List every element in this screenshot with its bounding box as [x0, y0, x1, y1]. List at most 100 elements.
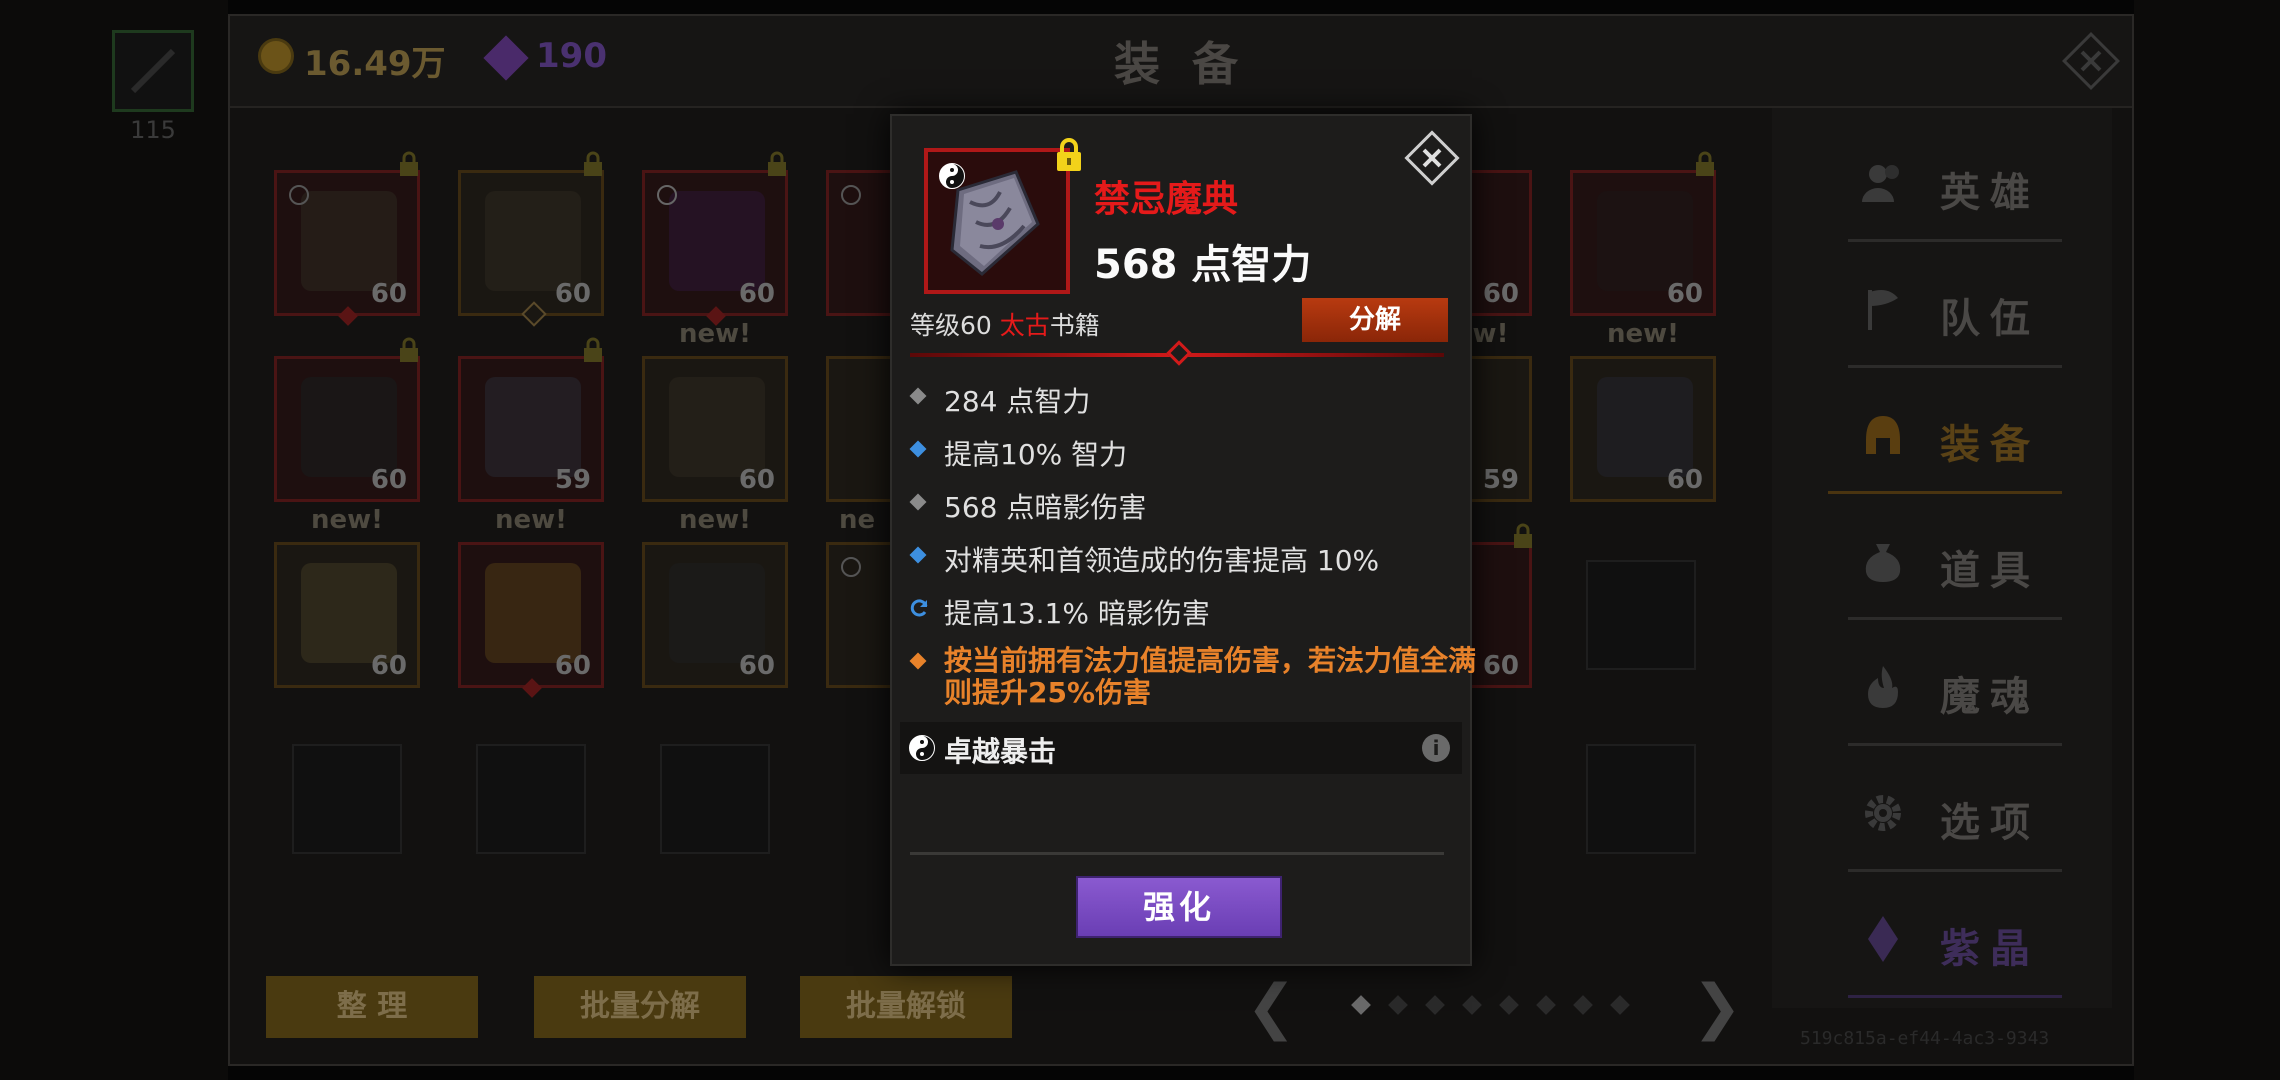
- inventory-slot-cloak[interactable]: new! 60: [642, 505, 788, 688]
- inventory-slot-boots[interactable]: new! 60: [642, 319, 788, 502]
- crystal-icon: [1868, 916, 1898, 962]
- new-badge: ne: [839, 505, 876, 535]
- menu-soul[interactable]: 魔魂: [1848, 636, 2062, 746]
- new-badge: new!: [494, 505, 568, 535]
- inventory-slot-boots[interactable]: 60: [274, 151, 420, 326]
- inventory-slot-partial[interactable]: 60: [1472, 170, 1532, 316]
- next-page-arrow-icon[interactable]: ❯: [1692, 972, 1742, 1042]
- player-avatar[interactable]: [112, 30, 194, 112]
- left-scene: [0, 0, 228, 1080]
- inventory-slot-empty[interactable]: [476, 744, 586, 854]
- lock-icon[interactable]: [1054, 138, 1084, 172]
- item-level: 60: [370, 651, 407, 681]
- boots-art: [301, 377, 397, 477]
- inventory-slot-boots[interactable]: 60: [274, 337, 420, 502]
- menu-equipment-label: 装备: [1940, 422, 2040, 468]
- item-level: 60: [1666, 279, 1703, 309]
- affix-text: 284 点智力: [944, 385, 1091, 418]
- affix-text: 568 点暗影伤害: [944, 491, 1147, 524]
- sort-button[interactable]: 整 理: [266, 976, 478, 1038]
- circle-icon: [289, 185, 309, 205]
- inventory-slot-partial[interactable]: [826, 170, 890, 316]
- lock-icon: [768, 151, 786, 176]
- flag-icon: [1868, 290, 1898, 330]
- menu-soul-label: 魔魂: [1940, 674, 2040, 720]
- inventory-slot-empty[interactable]: [1586, 560, 1696, 670]
- lock-icon: [1696, 151, 1714, 176]
- menu-options-label: 选项: [1940, 800, 2040, 846]
- close-icon[interactable]: [2060, 30, 2122, 92]
- gold-coin-icon: [258, 38, 294, 74]
- affix-text: 提高10% 智力: [944, 438, 1128, 471]
- menu-hero-label: 英雄: [1940, 170, 2040, 216]
- menu-team-label: 队伍: [1940, 296, 2040, 342]
- right-scene: [2134, 0, 2280, 1080]
- item-level: 60: [554, 651, 591, 681]
- new-badge: new!: [678, 505, 752, 535]
- salvage-button[interactable]: 分解: [1302, 298, 1448, 342]
- new-badge: new!: [1606, 319, 1680, 349]
- menu-equipment[interactable]: 装备: [1828, 384, 2062, 494]
- item-level: 59: [554, 465, 591, 495]
- affix-text: 提高13.1% 暗影伤害: [944, 597, 1210, 630]
- item-level-line: 等级60 太古书籍: [910, 306, 1100, 342]
- lock-icon: [400, 337, 418, 362]
- new-badge: new!: [310, 505, 384, 535]
- lock-icon: [584, 151, 602, 176]
- affix-text: 对精英和首领造成的伤害提高 10%: [944, 544, 1380, 577]
- item-level: 60: [370, 465, 407, 495]
- menu-hero[interactable]: 英雄: [1848, 132, 2062, 242]
- boots-art: [485, 191, 581, 291]
- bow-art: [669, 191, 765, 291]
- menu-team[interactable]: 队伍: [1848, 258, 2062, 368]
- menu-divider: [1848, 743, 2062, 746]
- gear-icon: [1865, 795, 1901, 831]
- item-level: 60: [554, 279, 591, 309]
- menu-divider: [1848, 617, 2062, 620]
- inventory-slot-helmet[interactable]: 60: [1570, 151, 1716, 316]
- yin-yang-icon: [939, 163, 965, 189]
- item-level: 60: [738, 279, 775, 309]
- menu-divider: [1848, 995, 2062, 998]
- close-icon[interactable]: [1404, 130, 1460, 186]
- batch-unlock-button[interactable]: 批量解锁: [800, 976, 1012, 1038]
- inventory-slot-empty[interactable]: [660, 744, 770, 854]
- enhance-button[interactable]: 强化: [1076, 876, 1282, 938]
- player-level: 115: [130, 116, 176, 144]
- inventory-slot-helmet[interactable]: new! 60: [274, 505, 420, 688]
- yin-yang-icon: [909, 735, 935, 761]
- menu-items[interactable]: 道具: [1848, 510, 2062, 620]
- inventory-slot-boots[interactable]: new! 60: [1570, 319, 1716, 502]
- item-level: 60: [1666, 465, 1703, 495]
- sword-icon: [130, 48, 176, 94]
- menu-options[interactable]: 选项: [1848, 762, 2062, 872]
- item-level: 60: [1482, 279, 1519, 309]
- menu-divider: [1848, 869, 2062, 872]
- inventory-slot-partial[interactable]: [826, 356, 890, 502]
- cloak-art: [669, 563, 765, 663]
- item-level: 60: [738, 465, 775, 495]
- batch-salvage-button[interactable]: 批量分解: [534, 976, 746, 1038]
- item-rarity: 太古: [999, 311, 1050, 340]
- reroll-icon: [910, 599, 928, 617]
- inventory-slot-partial[interactable]: ne: [826, 505, 890, 688]
- inventory-slot-empty[interactable]: [1586, 744, 1696, 854]
- screen-title: 装 备: [1113, 37, 1246, 91]
- prev-page-arrow-icon[interactable]: ❮: [1246, 972, 1296, 1042]
- boots-art: [485, 377, 581, 477]
- inventory-slot-partial[interactable]: w! 59: [1472, 319, 1532, 502]
- inventory-slot-empty[interactable]: [292, 744, 402, 854]
- legendary-affix-text: 按当前拥有法力值提高伤害，若法力值全满则提升25%伤害: [944, 644, 1477, 709]
- helmet-art: [1597, 191, 1693, 291]
- lock-icon: [584, 337, 602, 362]
- flame-icon: [1868, 666, 1898, 708]
- inventory-slot-armor[interactable]: new! 60: [458, 505, 604, 698]
- item-main-stat: 568 点智力: [1094, 242, 1312, 288]
- inventory-slot-bow[interactable]: 60: [642, 151, 788, 326]
- inventory-slot-boots[interactable]: 59: [458, 337, 604, 502]
- inventory-slot-boots[interactable]: 60: [458, 151, 604, 327]
- menu-crystal[interactable]: 紫晶: [1848, 888, 2062, 998]
- info-icon[interactable]: i: [1422, 734, 1450, 762]
- gold-amount: 16.49万: [304, 44, 446, 84]
- item-name: 禁忌魔典: [1094, 179, 1239, 220]
